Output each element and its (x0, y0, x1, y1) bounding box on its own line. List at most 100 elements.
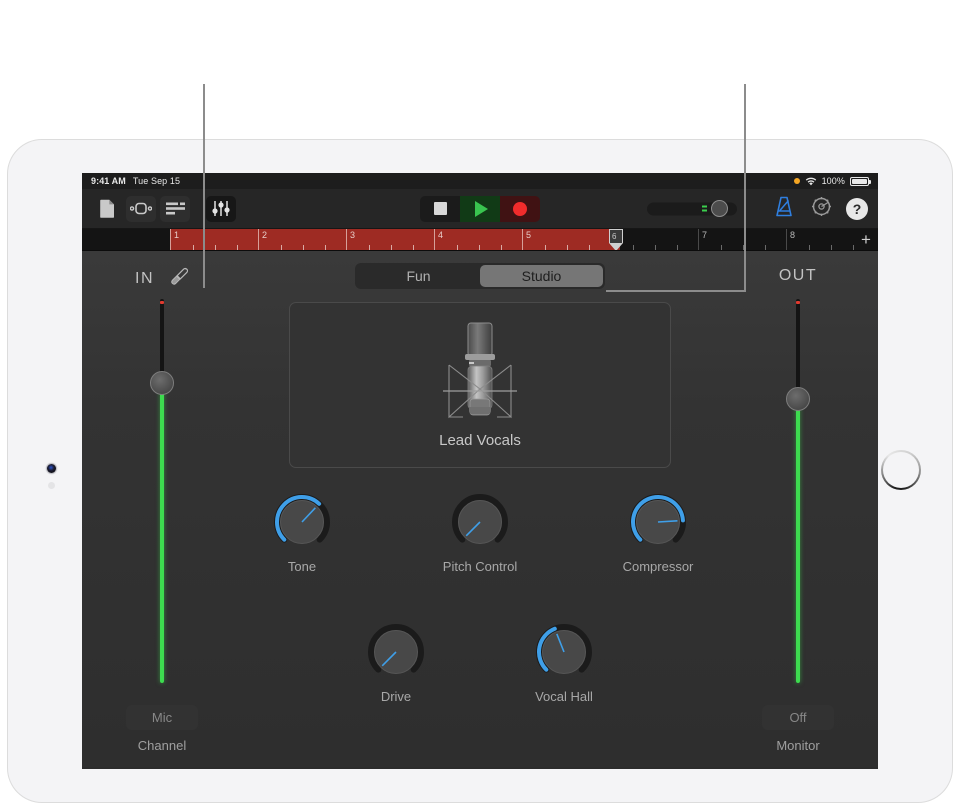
ipad-device: 9:41 AM Tue Sep 15 100% (8, 140, 952, 802)
knob-row-1: Tone Pitch Control Compressor (242, 491, 718, 574)
output-peak-indicator (796, 301, 800, 304)
input-fader-fill (160, 383, 164, 683)
knob-dial[interactable] (449, 491, 511, 553)
play-button[interactable] (460, 196, 500, 222)
monitor-caption: Monitor (718, 738, 878, 753)
callout-line-input (203, 84, 205, 288)
ruler-ticks (171, 245, 258, 250)
tab-studio[interactable]: Studio (480, 265, 603, 287)
ruler-bar-label: 2 (262, 230, 267, 240)
battery-percent: 100% (822, 176, 845, 186)
loop-browser-icon[interactable] (126, 196, 156, 222)
knob-dial[interactable] (365, 621, 427, 683)
knob-pitch-control[interactable]: Pitch Control (434, 491, 526, 574)
ruler-ticks (787, 245, 854, 250)
stop-button[interactable] (420, 196, 460, 222)
mic-input-icon[interactable] (170, 267, 189, 291)
ruler-ticks (259, 245, 346, 250)
preset-tab-group: Fun Studio (355, 263, 605, 289)
help-button[interactable]: ? (846, 198, 868, 220)
recording-indicator-dot (794, 178, 800, 184)
track-list-icon[interactable] (160, 196, 190, 222)
knob-label: Drive (350, 689, 442, 704)
ruler-ticks (611, 245, 698, 250)
callout-line-studio-vertical (744, 84, 746, 292)
home-button[interactable] (881, 450, 921, 490)
plugin-area: IN Mic (82, 251, 878, 767)
ruler-bar-label: 1 (174, 230, 179, 240)
knob-row-2: Drive Vocal Hall (242, 621, 718, 704)
condenser-microphone-icon (433, 321, 527, 430)
mixer-faders-icon[interactable] (206, 196, 236, 222)
front-camera (47, 464, 56, 473)
callout-line-studio-horizontal (606, 290, 746, 292)
status-date: Tue Sep 15 (133, 176, 180, 186)
knob-tone[interactable]: Tone (256, 491, 348, 574)
ruler-bar-6[interactable]: 6 (610, 229, 698, 250)
knob-dial[interactable] (533, 621, 595, 683)
input-fader-thumb[interactable] (150, 371, 174, 395)
master-volume-thumb[interactable] (711, 200, 728, 217)
tab-fun[interactable]: Fun (357, 265, 480, 287)
record-button[interactable] (500, 196, 540, 222)
knob-compressor[interactable]: Compressor (612, 491, 704, 574)
knob-label: Tone (256, 559, 348, 574)
volume-marks-icon (702, 206, 707, 212)
knob-dial[interactable] (627, 491, 689, 553)
knob-label: Pitch Control (434, 559, 526, 574)
ruler-bar-4[interactable]: 4 (434, 229, 522, 250)
preset-display-panel[interactable]: Lead Vocals (289, 302, 671, 468)
ambient-light-sensor (48, 482, 55, 489)
ruler-bar-5[interactable]: 5 (522, 229, 610, 250)
output-fader-thumb[interactable] (786, 387, 810, 411)
ruler-bar-label: 7 (702, 230, 707, 240)
ipad-screen: 9:41 AM Tue Sep 15 100% (82, 173, 878, 769)
output-channel-strip: OUT Off Monitor (718, 251, 878, 767)
ruler-bar-label: 4 (438, 230, 443, 240)
status-bar: 9:41 AM Tue Sep 15 100% (82, 173, 878, 189)
monitor-button[interactable]: Off (762, 705, 834, 730)
ruler-bar-3[interactable]: 3 (346, 229, 434, 250)
ruler-ticks (347, 245, 434, 250)
playhead-label: 6 (609, 229, 623, 243)
knob-dial[interactable] (271, 491, 333, 553)
output-fader-fill (796, 399, 800, 683)
battery-icon (850, 177, 869, 186)
knob-label: Compressor (612, 559, 704, 574)
ruler-bar-label: 8 (790, 230, 795, 240)
plugin-center: Fun Studio (242, 251, 718, 767)
timeline-ruler[interactable]: 123456786 + (82, 229, 878, 251)
app-toolbar: ? (82, 189, 878, 229)
input-channel-strip: IN Mic (82, 251, 242, 767)
ruler-bars[interactable]: 123456786 (170, 229, 854, 250)
document-icon[interactable] (92, 196, 122, 222)
metronome-icon[interactable] (774, 196, 794, 222)
ruler-ticks (523, 245, 610, 250)
ruler-ticks (699, 245, 786, 250)
transport-controls (420, 196, 540, 222)
output-label: OUT (779, 267, 817, 285)
master-volume-slider[interactable] (647, 202, 737, 215)
ruler-bar-2[interactable]: 2 (258, 229, 346, 250)
preset-name: Lead Vocals (439, 432, 521, 449)
input-peak-indicator (160, 301, 164, 304)
playhead-tip (609, 243, 623, 250)
ruler-bar-label: 3 (350, 230, 355, 240)
status-time: 9:41 AM (91, 176, 126, 186)
input-fader[interactable] (147, 299, 177, 683)
add-track-button[interactable]: + (854, 229, 878, 250)
ruler-bar-label: 5 (526, 230, 531, 240)
input-source-button[interactable]: Mic (126, 705, 198, 730)
ruler-ticks (435, 245, 522, 250)
output-fader[interactable] (783, 299, 813, 683)
ruler-bar-7[interactable]: 7 (698, 229, 786, 250)
knob-vocal-hall[interactable]: Vocal Hall (518, 621, 610, 704)
ruler-bar-1[interactable]: 1 (170, 229, 258, 250)
playhead[interactable]: 6 (609, 229, 623, 250)
ruler-bar-8[interactable]: 8 (786, 229, 854, 250)
input-source-caption: Channel (82, 738, 242, 753)
knob-label: Vocal Hall (518, 689, 610, 704)
ruler-left-pad (82, 229, 170, 250)
gear-icon[interactable] (811, 196, 832, 222)
knob-drive[interactable]: Drive (350, 621, 442, 704)
